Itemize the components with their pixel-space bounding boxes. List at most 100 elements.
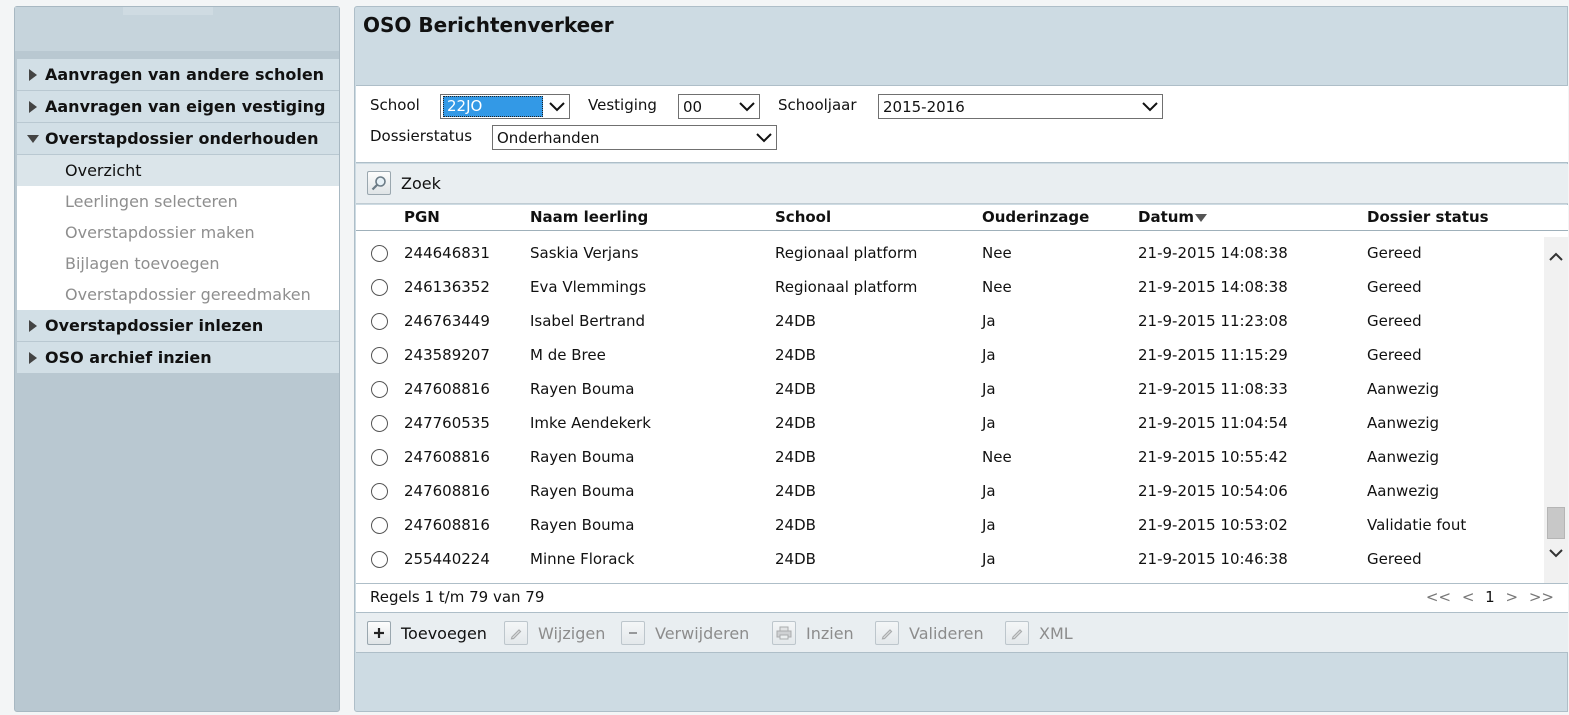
cell-naam: Isabel Bertrand [530,312,646,330]
table-row[interactable]: 246136352 Eva Vlemmings Regionaal platform… [356,271,1542,305]
cell-naam: Saskia Verjans [530,244,639,262]
chevron-down-icon [735,101,759,112]
table-row[interactable]: 247760535 Imke Aendekerk 24DB Ja 21-9-2015 1… [356,407,1542,441]
pager-prev[interactable]: < [1462,588,1475,606]
sidebar-tab-hint [123,7,213,15]
submenu-item-bijlagen-toevoegen[interactable]: Bijlagen toevoegen [17,248,339,279]
submenu-item-overzicht[interactable]: Overzicht [17,155,339,186]
submenu-item-overstapdossier-gereedmaken[interactable]: Overstapdossier gereedmaken [17,279,339,310]
cell-datum: 21-9-2015 10:54:06 [1138,482,1288,500]
vertical-scrollbar[interactable] [1544,237,1568,583]
row-select-radio[interactable] [371,279,388,296]
row-select-radio[interactable] [371,245,388,262]
schooljaar-label: Schooljaar [778,96,857,114]
column-header-school[interactable]: School [775,208,831,226]
edit-button[interactable]: Wijzigen [538,624,605,643]
column-header-datum[interactable]: Datum [1138,208,1208,226]
table-footer: Regels 1 t/m 79 van 79 << < 1 > >> [356,583,1568,613]
table-row[interactable]: 247608816 Rayen Bouma 24DB Ja 21-9-2015 10:5… [356,475,1542,509]
menu-item-oso-archief-inzien[interactable]: OSO archief inzien [17,342,339,374]
validate-button[interactable]: Valideren [909,624,984,643]
column-header-status[interactable]: Dossier status [1367,208,1489,226]
scroll-down-icon[interactable] [1548,545,1564,561]
cell-pgn: 247608816 [404,482,490,500]
scroll-up-icon[interactable] [1548,249,1564,265]
view-button[interactable]: Inzien [806,624,854,643]
row-select-radio[interactable] [371,449,388,466]
table-row[interactable]: 243589207 M de Bree 24DB Ja 21-9-2015 11:15:… [356,339,1542,373]
search-button[interactable]: Zoek [401,174,441,193]
cell-datum: 21-9-2015 14:08:38 [1138,244,1288,262]
dossierstatus-select[interactable]: Onderhanden [492,125,777,150]
menu-item-label: Overstapdossier inlezen [45,316,264,335]
plus-icon[interactable] [367,621,391,645]
cell-pgn: 244646831 [404,244,490,262]
cell-school: Regionaal platform [775,244,918,262]
printer-icon[interactable] [772,621,796,645]
submenu-item-leerlingen-selecteren[interactable]: Leerlingen selecteren [17,186,339,217]
cell-pgn: 255440224 [404,550,490,568]
row-select-radio[interactable] [371,347,388,364]
minus-icon[interactable] [621,621,645,645]
main-panel: OSO Berichtenverkeer School 22JO Vestigi… [354,6,1568,712]
school-label: School [370,96,420,114]
cell-datum: 21-9-2015 11:04:54 [1138,414,1288,432]
scrollbar-thumb[interactable] [1547,507,1565,539]
cell-naam: Eva Vlemmings [530,278,647,296]
sort-descending-icon [1195,213,1208,222]
cell-naam: Imke Aendekerk [530,414,651,432]
pencil-icon[interactable] [875,621,899,645]
school-select-value: 22JO [443,96,543,117]
school-select[interactable]: 22JO [440,94,570,119]
column-header-naam[interactable]: Naam leerling [530,208,648,226]
menu-item-label: Overstapdossier onderhouden [45,129,319,148]
row-select-radio[interactable] [371,415,388,432]
cell-status: Aanwezig [1367,380,1440,398]
vestiging-label: Vestiging [588,96,657,114]
column-header-pgn[interactable]: PGN [404,208,440,226]
pencil-icon[interactable] [1005,621,1029,645]
cell-school: 24DB [775,448,816,466]
search-bar: Zoek [356,164,1568,204]
pencil-icon[interactable] [504,621,528,645]
table-row[interactable]: 247608816 Rayen Bouma 24DB Ja 21-9-2015 10:5… [356,509,1542,543]
menu-item-overstapdossier-inlezen[interactable]: Overstapdossier inlezen [17,310,339,342]
pager-last[interactable]: >> [1529,588,1554,606]
vestiging-select[interactable]: 00 [678,94,760,119]
cell-ouderinzage: Nee [982,278,1012,296]
row-select-radio[interactable] [371,313,388,330]
submenu-item-overstapdossier-maken[interactable]: Overstapdossier maken [17,217,339,248]
table-row[interactable]: 244646831 Saskia Verjans Regionaal platfor… [356,237,1542,271]
row-count-text: Regels 1 t/m 79 van 79 [370,588,545,606]
expand-arrow-icon [17,319,45,332]
cell-ouderinzage: Ja [982,380,996,398]
row-select-radio[interactable] [371,381,388,398]
table-row[interactable]: 247608816 Rayen Bouma 24DB Ja 21-9-2015 11:0… [356,373,1542,407]
expand-arrow-icon [17,100,45,113]
row-select-radio[interactable] [371,551,388,568]
menu-item-aanvragen-eigen-vestiging[interactable]: Aanvragen van eigen vestiging [17,91,339,123]
row-select-radio[interactable] [371,517,388,534]
delete-button[interactable]: Verwijderen [655,624,749,643]
schooljaar-select[interactable]: 2015-2016 [878,94,1163,119]
add-button[interactable]: Toevoegen [401,624,487,643]
cell-ouderinzage: Ja [982,312,996,330]
cell-ouderinzage: Ja [982,516,996,534]
menu-item-aanvragen-andere-scholen[interactable]: Aanvragen van andere scholen [17,59,339,91]
column-header-ouderinzage[interactable]: Ouderinzage [982,208,1089,226]
magnifier-icon[interactable] [367,171,391,195]
table-body: 244646831 Saskia Verjans Regionaal platfor… [356,237,1542,583]
xml-button[interactable]: XML [1039,624,1073,643]
row-select-radio[interactable] [371,483,388,500]
action-toolbar: Toevoegen Wijzigen Verwijderen Inzien Va… [356,613,1568,653]
table-row[interactable]: 255440224 Minne Florack 24DB Ja 21-9-2015 10… [356,543,1542,577]
pager-next[interactable]: > [1506,588,1519,606]
cell-status: Gereed [1367,244,1422,262]
schooljaar-select-value: 2015-2016 [883,97,965,116]
pager-first[interactable]: << [1426,588,1451,606]
table-row[interactable]: 247608816 Rayen Bouma 24DB Nee 21-9-2015 10:… [356,441,1542,475]
cell-naam: Rayen Bouma [530,516,635,534]
menu-item-overstapdossier-onderhouden[interactable]: Overstapdossier onderhouden [17,123,339,155]
cell-status: Gereed [1367,550,1422,568]
table-row[interactable]: 246763449 Isabel Bertrand 24DB Ja 21-9-2015 … [356,305,1542,339]
